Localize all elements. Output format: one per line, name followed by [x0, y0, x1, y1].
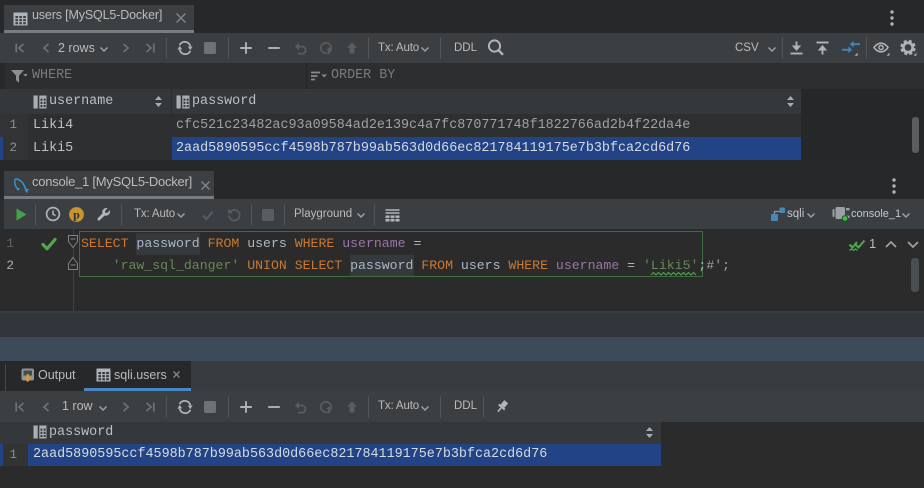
svg-text:p: p	[73, 208, 80, 222]
